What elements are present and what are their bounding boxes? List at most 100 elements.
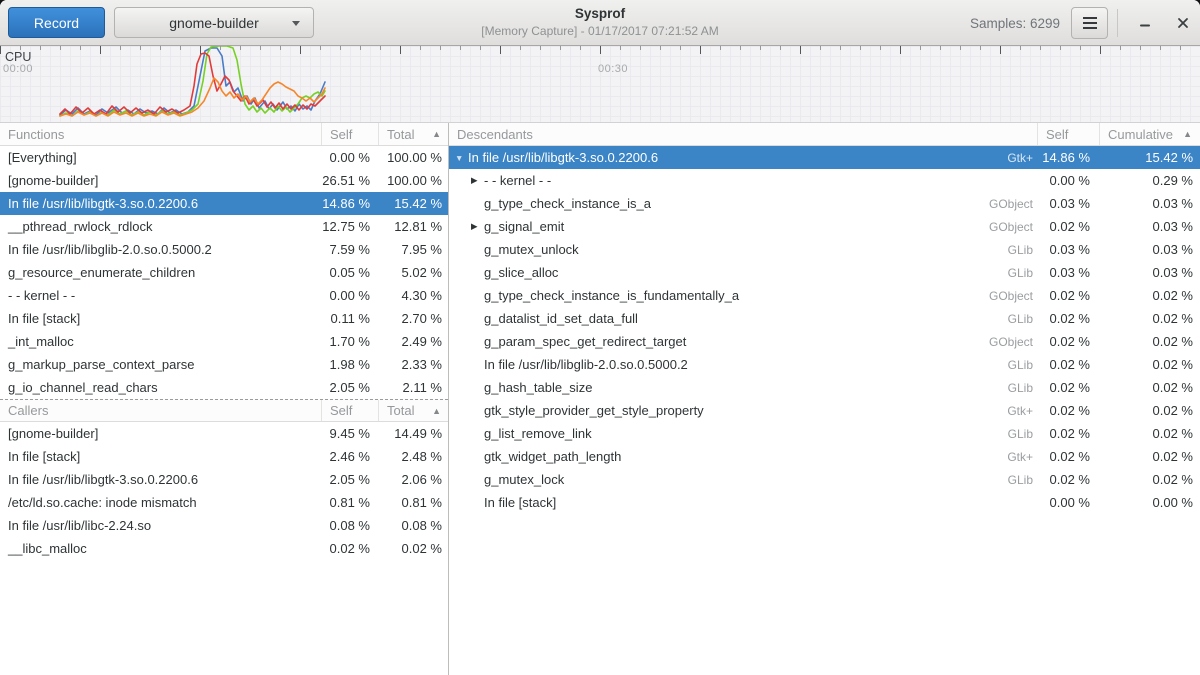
descendants-row[interactable]: ▼ In file /usr/lib/libgtk-3.so.0.2200.6 … xyxy=(449,146,1200,169)
cumulative-percent: 0.00 % xyxy=(1100,495,1200,510)
total-column-header[interactable]: Total ▲ xyxy=(379,123,448,145)
expander-icon[interactable]: ▼ xyxy=(455,153,468,163)
descendants-column-header[interactable]: Descendants xyxy=(449,123,1038,145)
descendants-row[interactable]: g_mutex_unlock GLib 0.03 % 0.03 % xyxy=(449,238,1200,261)
self-percent: 12.75 % xyxy=(322,219,379,234)
table-row[interactable]: g_io_channel_read_chars 2.05 % 2.11 % xyxy=(0,376,448,399)
record-button[interactable]: Record xyxy=(8,7,105,38)
descendants-row[interactable]: In file [stack] 0.00 % 0.00 % xyxy=(449,491,1200,514)
table-row[interactable]: In file /usr/lib/libglib-2.0.so.0.5000.2… xyxy=(0,238,448,261)
function-name: g_mutex_lock xyxy=(484,472,564,487)
sort-ascending-icon: ▲ xyxy=(1183,129,1192,139)
self-percent: 0.11 % xyxy=(322,311,379,326)
self-percent: 14.86 % xyxy=(322,196,379,211)
total-percent: 100.00 % xyxy=(379,173,448,188)
self-percent: 2.46 % xyxy=(322,449,379,464)
table-row[interactable]: [gnome-builder] 26.51 % 100.00 % xyxy=(0,169,448,192)
descendant-name-cell: gtk_style_provider_get_style_property Gt… xyxy=(449,403,1038,418)
self-percent: 1.70 % xyxy=(322,334,379,349)
right-pane: Descendants Self Cumulative ▲ ▼ In file … xyxy=(449,123,1200,675)
expander-icon[interactable]: ▶ xyxy=(471,175,484,186)
close-button[interactable] xyxy=(1168,8,1198,38)
left-pane: Functions Self Total ▲ [Everything] 0.00… xyxy=(0,123,449,675)
self-percent: 0.00 % xyxy=(1038,495,1100,510)
self-percent: 0.00 % xyxy=(322,150,379,165)
function-name: g_list_remove_link xyxy=(484,426,592,441)
table-row[interactable]: In file /usr/lib/libgtk-3.so.0.2200.6 14… xyxy=(0,192,448,215)
total-column-header[interactable]: Total ▲ xyxy=(379,400,448,421)
descendants-row[interactable]: g_hash_table_size GLib 0.02 % 0.02 % xyxy=(449,376,1200,399)
library-category: GObject xyxy=(981,335,1038,349)
library-category: Gtk+ xyxy=(999,151,1038,165)
descendants-row[interactable]: g_mutex_lock GLib 0.02 % 0.02 % xyxy=(449,468,1200,491)
menu-button[interactable] xyxy=(1071,7,1108,39)
cumulative-percent: 0.02 % xyxy=(1100,311,1200,326)
function-name: In file /usr/lib/libc-2.24.so xyxy=(0,518,322,533)
descendants-row[interactable]: g_list_remove_link GLib 0.02 % 0.02 % xyxy=(449,422,1200,445)
cumulative-column-header[interactable]: Cumulative ▲ xyxy=(1100,123,1200,145)
minimize-button[interactable] xyxy=(1130,8,1160,38)
descendants-row[interactable]: ▶ g_signal_emit GObject 0.02 % 0.03 % xyxy=(449,215,1200,238)
total-percent: 2.06 % xyxy=(379,472,448,487)
function-name: /etc/ld.so.cache: inode mismatch xyxy=(0,495,322,510)
function-name: In file /usr/lib/libglib-2.0.so.0.5000.2 xyxy=(484,357,688,372)
total-percent: 100.00 % xyxy=(379,150,448,165)
function-name: g_hash_table_size xyxy=(484,380,592,395)
descendants-row[interactable]: In file /usr/lib/libglib-2.0.so.0.5000.2… xyxy=(449,353,1200,376)
self-column-header[interactable]: Self xyxy=(322,123,379,145)
expander-icon[interactable]: ▶ xyxy=(471,221,484,232)
table-row[interactable]: /etc/ld.so.cache: inode mismatch 0.81 % … xyxy=(0,491,448,514)
table-row[interactable]: In file /usr/lib/libgtk-3.so.0.2200.6 2.… xyxy=(0,468,448,491)
descendants-row[interactable]: g_param_spec_get_redirect_target GObject… xyxy=(449,330,1200,353)
process-selector-dropdown[interactable]: gnome-builder xyxy=(114,7,314,38)
total-column-label: Total xyxy=(387,127,414,142)
function-name: In file [stack] xyxy=(0,311,322,326)
library-category: GLib xyxy=(1000,427,1038,441)
descendants-row[interactable]: ▶ - - kernel - - 0.00 % 0.29 % xyxy=(449,169,1200,192)
table-row[interactable]: - - kernel - - 0.00 % 4.30 % xyxy=(0,284,448,307)
descendant-name-cell: g_mutex_unlock GLib xyxy=(449,242,1038,257)
self-percent: 0.02 % xyxy=(1038,357,1100,372)
total-percent: 12.81 % xyxy=(379,219,448,234)
cumulative-percent: 0.02 % xyxy=(1100,380,1200,395)
sysprof-window: Record gnome-builder Sysprof [Memory Cap… xyxy=(0,0,1200,675)
total-percent: 2.33 % xyxy=(379,357,448,372)
table-row[interactable]: g_resource_enumerate_children 0.05 % 5.0… xyxy=(0,261,448,284)
process-selector-label: gnome-builder xyxy=(169,15,259,31)
self-percent: 0.03 % xyxy=(1038,196,1100,211)
header-separator xyxy=(1117,9,1118,37)
time-label-mid: 00:30 xyxy=(598,63,628,75)
cpu-graph[interactable]: CPU 00:00 00:30 xyxy=(0,46,1200,123)
self-percent: 1.98 % xyxy=(322,357,379,372)
table-row[interactable]: In file [stack] 0.11 % 2.70 % xyxy=(0,307,448,330)
descendants-row[interactable]: gtk_style_provider_get_style_property Gt… xyxy=(449,399,1200,422)
cumulative-percent: 0.02 % xyxy=(1100,403,1200,418)
self-percent: 0.02 % xyxy=(1038,219,1100,234)
window-subtitle: [Memory Capture] - 01/17/2017 07:21:52 A… xyxy=(481,24,718,39)
table-row[interactable]: [Everything] 0.00 % 100.00 % xyxy=(0,146,448,169)
table-row[interactable]: In file [stack] 2.46 % 2.48 % xyxy=(0,445,448,468)
cumulative-percent: 0.02 % xyxy=(1100,472,1200,487)
table-row[interactable]: g_markup_parse_context_parse 1.98 % 2.33… xyxy=(0,353,448,376)
self-column-header[interactable]: Self xyxy=(322,400,379,421)
self-column-header[interactable]: Self xyxy=(1038,123,1100,145)
function-name: __pthread_rwlock_rdlock xyxy=(0,219,322,234)
descendants-row[interactable]: gtk_widget_path_length Gtk+ 0.02 % 0.02 … xyxy=(449,445,1200,468)
function-name: g_io_channel_read_chars xyxy=(0,380,322,395)
functions-table-header: Functions Self Total ▲ xyxy=(0,123,448,146)
cumulative-percent: 15.42 % xyxy=(1100,150,1200,165)
descendants-row[interactable]: g_slice_alloc GLib 0.03 % 0.03 % xyxy=(449,261,1200,284)
self-percent: 0.02 % xyxy=(1038,449,1100,464)
table-row[interactable]: In file /usr/lib/libc-2.24.so 0.08 % 0.0… xyxy=(0,514,448,537)
table-row[interactable]: [gnome-builder] 9.45 % 14.49 % xyxy=(0,422,448,445)
functions-column-header[interactable]: Functions xyxy=(0,123,322,145)
callers-column-header[interactable]: Callers xyxy=(0,400,322,421)
descendant-name-cell: g_type_check_instance_is_fundamentally_a… xyxy=(449,288,1038,303)
descendants-row[interactable]: g_type_check_instance_is_fundamentally_a… xyxy=(449,284,1200,307)
descendants-row[interactable]: g_datalist_id_set_data_full GLib 0.02 % … xyxy=(449,307,1200,330)
library-category: GObject xyxy=(981,197,1038,211)
descendants-row[interactable]: g_type_check_instance_is_a GObject 0.03 … xyxy=(449,192,1200,215)
table-row[interactable]: __pthread_rwlock_rdlock 12.75 % 12.81 % xyxy=(0,215,448,238)
table-row[interactable]: __libc_malloc 0.02 % 0.02 % xyxy=(0,537,448,560)
table-row[interactable]: _int_malloc 1.70 % 2.49 % xyxy=(0,330,448,353)
